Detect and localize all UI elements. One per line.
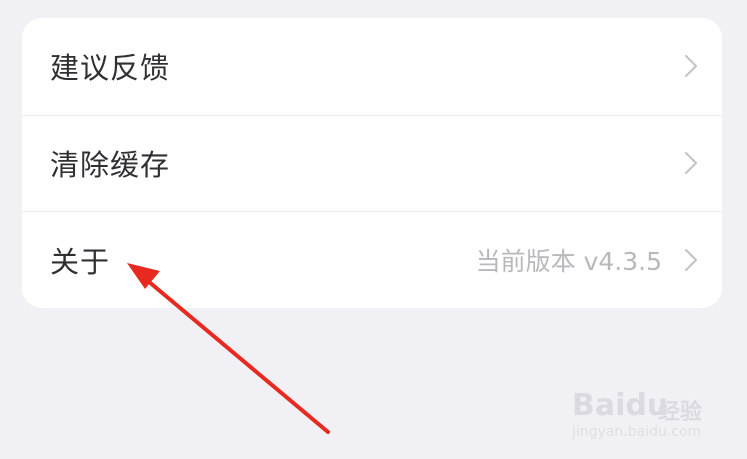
settings-item-feedback[interactable]: 建议反馈 — [22, 18, 722, 115]
watermark: Baidu 经验 jingyan.baidu.com — [570, 378, 740, 448]
settings-item-label: 清除缓存 — [50, 147, 171, 182]
watermark-name: 经验 — [658, 400, 703, 425]
watermark-logo: Baidu — [572, 388, 669, 423]
chevron-right-icon — [676, 51, 706, 81]
settings-item-about[interactable]: 关于 当前版本 v4.3.5 — [22, 211, 722, 308]
settings-card: 建议反馈 清除缓存 关于 当前版本 v4.3.5 — [22, 18, 722, 308]
settings-item-label: 关于 — [50, 244, 111, 279]
version-value: 当前版本 v4.3.5 — [475, 246, 662, 276]
watermark-url: jingyan.baidu.com — [572, 424, 702, 440]
settings-item-label: 建议反馈 — [50, 51, 171, 86]
settings-item-clear-cache[interactable]: 清除缓存 — [22, 114, 722, 212]
chevron-right-icon — [676, 245, 706, 275]
chevron-right-icon — [676, 148, 706, 178]
settings-page: 建议反馈 清除缓存 关于 当前版本 v4.3.5 Baidu 经验 jingya… — [0, 0, 747, 459]
